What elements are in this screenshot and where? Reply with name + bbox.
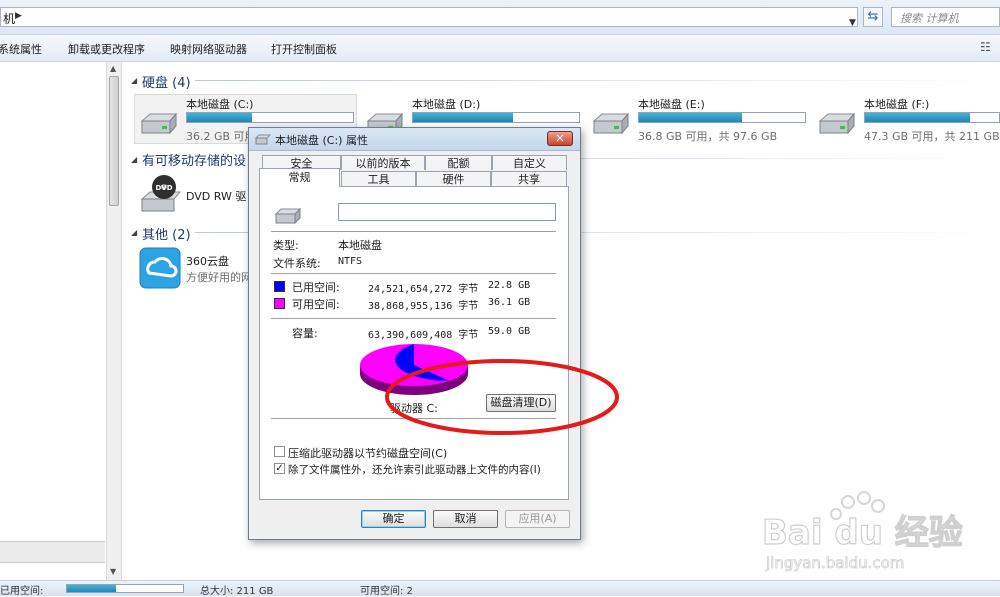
status-usage-fill (67, 585, 116, 592)
filesystem-value: NTFS (338, 256, 363, 267)
refresh-icon: ⇆ (867, 9, 879, 24)
group-header-other[interactable]: 其他 (2) (142, 224, 191, 243)
toolbar-uninstall-program[interactable]: 卸载或更改程序 (68, 41, 145, 57)
drive-name[interactable]: 本地磁盘 (D:) (412, 96, 480, 112)
drive-name[interactable]: 本地磁盘 (F:) (864, 96, 929, 112)
close-icon: ✕ (555, 132, 565, 145)
nav-horizontal-scrollbar[interactable] (0, 541, 105, 563)
hard-drive-icon (140, 112, 178, 135)
cancel-button[interactable]: 取消 (433, 510, 498, 528)
used-space-label: 已用空间: (292, 281, 340, 294)
tab-hardware[interactable]: 硬件 (416, 171, 491, 186)
baidu-watermark: Bai du 经验 jingyan.baidu.com (761, 491, 963, 572)
properties-dialog: 本地磁盘 (C:) 属性 ✕ 安全 以前的版本 配额 自定义 常规 工具 硬件 … (248, 127, 581, 540)
search-placeholder: 搜索 计算机 (900, 12, 959, 25)
separator (271, 231, 556, 232)
drive-usage-fill (413, 113, 513, 122)
drive-name[interactable]: 本地磁盘 (C:) (186, 96, 253, 112)
tab-general[interactable]: 常规 (259, 168, 340, 187)
address-path[interactable]: 机 (3, 10, 15, 27)
toolbar-system-properties[interactable]: 系统属性 (0, 41, 42, 57)
drive-usage-bar (412, 112, 580, 123)
search-input[interactable]: 搜索 计算机 (891, 7, 1000, 27)
scroll-down-icon[interactable]: ▼ (110, 567, 116, 576)
watermark-brand: Bai du 经验 (762, 513, 963, 553)
hard-drive-icon (274, 207, 302, 225)
toolbar-map-network-drive[interactable]: 映射网络驱动器 (170, 41, 247, 57)
drive-space: 36.2 GB 可用 (186, 130, 256, 143)
collapse-arrow-icon[interactable]: ◢ (131, 228, 137, 237)
drive-space: 36.8 GB 可用，共 97.6 GB (638, 130, 778, 143)
type-value: 本地磁盘 (338, 239, 382, 252)
dvd-drive-name[interactable]: DVD RW 驱 (186, 188, 246, 204)
drive-usage-bar (864, 112, 1000, 123)
tab-quota[interactable]: 配额 (425, 155, 492, 170)
cloud-drive-name[interactable]: 360云盘 (186, 253, 229, 269)
apply-button[interactable]: 应用(A) (505, 510, 570, 528)
drive-usage-bar (186, 112, 354, 123)
tab-sharing[interactable]: 共享 (491, 171, 567, 186)
capacity-label: 容量: (292, 327, 318, 340)
compress-checkbox[interactable] (274, 446, 285, 457)
compress-label[interactable]: 压缩此驱动器以节约磁盘空间(C) (288, 445, 447, 461)
collapse-arrow-icon[interactable]: ◢ (131, 76, 137, 85)
group-header-removable[interactable]: 有可移动存储的设 (142, 150, 246, 169)
navigation-pane (0, 62, 106, 580)
status-usage-bar (66, 584, 184, 593)
drive-usage-fill (187, 113, 252, 122)
filesystem-label: 文件系统: (273, 257, 321, 270)
address-bar: 机 ▶ ▼ ⇆ 搜索 计算机 (0, 0, 1000, 35)
drive-usage-fill (639, 113, 742, 122)
group-header-hard-disks[interactable]: 硬盘 (4) (142, 72, 191, 91)
free-space-bytes: 38,868,955,136 字节 (368, 301, 479, 312)
address-input[interactable]: 机 ▶ ▼ (0, 7, 858, 28)
chevron-down-icon[interactable]: ▼ (849, 18, 856, 28)
scroll-up-icon[interactable]: ▲ (110, 64, 116, 73)
hard-drive-icon (255, 134, 271, 145)
ok-button[interactable]: 确定 (361, 510, 426, 528)
breadcrumb-arrow-icon[interactable]: ▶ (15, 11, 22, 21)
drive-space: 47.3 GB 可用，共 211 GB (864, 130, 1000, 143)
used-space-gb: 22.8 GB (488, 280, 531, 291)
command-toolbar: 系统属性 卸载或更改程序 映射网络驱动器 打开控制面板 ☷ (0, 35, 1000, 62)
capacity-gb: 59.0 GB (488, 326, 531, 337)
free-space-gb: 36.1 GB (488, 297, 531, 308)
cloud-drive-icon (139, 247, 181, 289)
hard-drive-icon (818, 112, 856, 135)
capacity-bytes: 63,390,609,408 字节 (368, 330, 479, 341)
drive-name[interactable]: 本地磁盘 (E:) (638, 96, 705, 112)
dialog-title-bar[interactable]: 本地磁盘 (C:) 属性 ✕ (249, 128, 580, 151)
used-color-swatch (274, 281, 285, 292)
index-label[interactable]: 除了文件属性外，还允许索引此驱动器上文件的内容(I) (288, 462, 541, 477)
refresh-button[interactable]: ⇆ (863, 7, 883, 27)
tab-previous-versions[interactable]: 以前的版本 (341, 155, 425, 170)
dvd-drive-icon: DVD (140, 175, 182, 212)
nav-vertical-scrollbar[interactable]: ▲ ▼ (106, 62, 122, 580)
tab-customize[interactable]: 自定义 (492, 155, 567, 170)
hard-drive-icon (592, 112, 630, 135)
red-highlight-ellipse (385, 359, 619, 435)
view-options-icon[interactable]: ☷ (980, 40, 994, 54)
scrollbar-thumb[interactable] (109, 76, 119, 206)
separator (271, 273, 556, 274)
dialog-title: 本地磁盘 (C:) 属性 (275, 134, 368, 147)
close-button[interactable]: ✕ (547, 131, 573, 146)
watermark-url: jingyan.baidu.com (765, 554, 904, 572)
status-bar: 已用空间: 总大小: 211 GB 可用空间: 2 (0, 580, 1000, 597)
drive-usage-bar (638, 112, 806, 123)
drive-usage-fill (865, 113, 970, 122)
separator (271, 318, 556, 319)
toolbar-open-control-panel[interactable]: 打开控制面板 (271, 41, 337, 57)
tab-tools[interactable]: 工具 (341, 171, 416, 186)
used-space-bytes: 24,521,654,272 字节 (368, 284, 479, 295)
free-space-label: 可用空间: (292, 298, 340, 311)
type-label: 类型: (273, 239, 299, 252)
volume-name-input[interactable] (338, 203, 556, 221)
index-checkbox[interactable]: ✓ (274, 463, 285, 474)
dvd-badge: DVD (155, 184, 172, 192)
cloud-drive-desc: 方便好用的网 (186, 271, 252, 284)
collapse-arrow-icon[interactable]: ◢ (131, 155, 137, 164)
group-divider (195, 80, 1000, 81)
free-color-swatch (274, 298, 285, 309)
